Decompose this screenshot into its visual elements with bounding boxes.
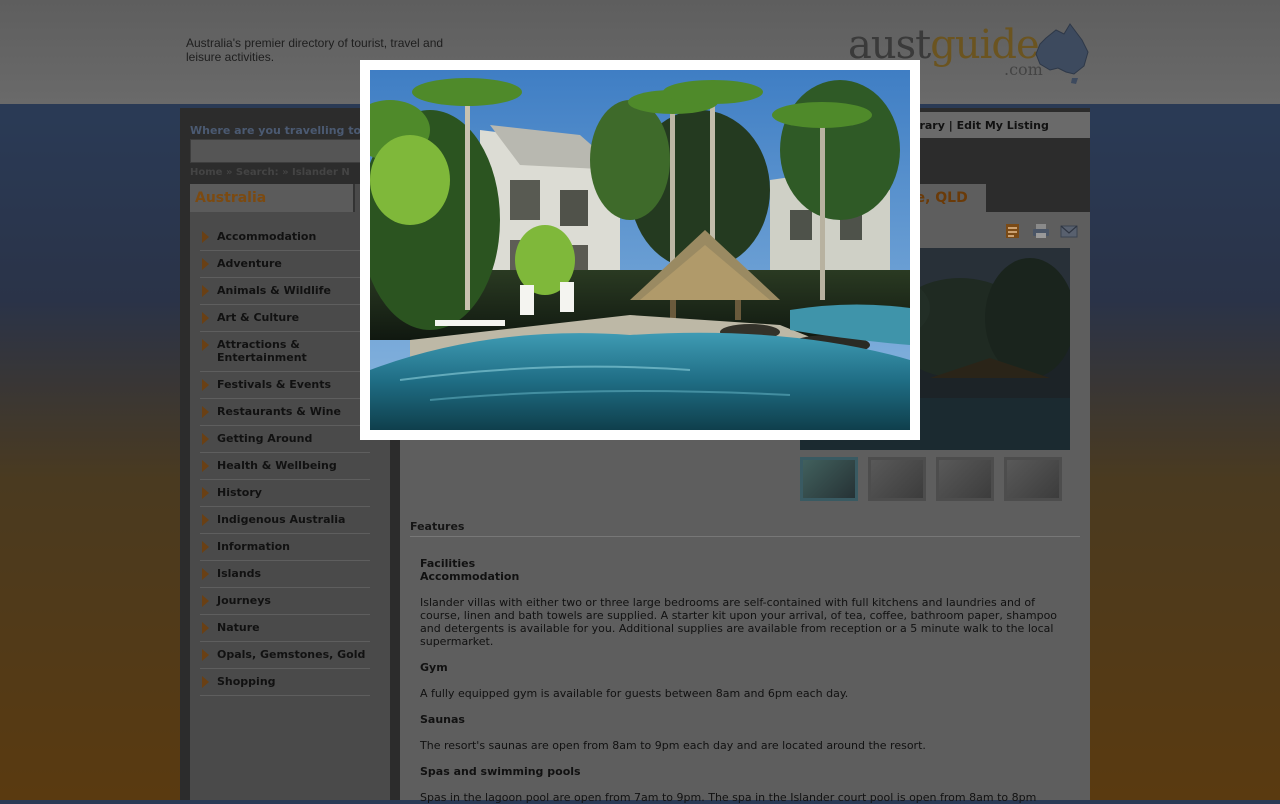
thumbnail[interactable] (936, 457, 994, 501)
gym-heading: Gym (420, 661, 448, 674)
search-label: Where are you travelling to (190, 124, 362, 137)
chevron-right-icon (202, 622, 209, 634)
sidebar-title: Australia (190, 184, 355, 212)
print-icon[interactable] (1032, 223, 1050, 239)
sidebar-item-label: Health & Wellbeing (217, 459, 337, 472)
sidebar-item-label: Restaurants & Wine (217, 405, 341, 418)
gym-text: A fully equipped gym is available for gu… (420, 687, 849, 700)
sidebar-item-label: Indigenous Australia (217, 513, 346, 526)
australia-map-icon (1035, 23, 1089, 84)
sidebar-item-label: Journeys (217, 594, 271, 607)
sidebar-item[interactable]: Accommodation (200, 224, 370, 251)
sidebar-item[interactable]: Journeys (200, 588, 370, 615)
chevron-right-icon (202, 231, 209, 243)
breadcrumb: Home » Search: » Islander N (190, 167, 350, 178)
sidebar-item[interactable]: Nature (200, 615, 370, 642)
accommodation-text: Islander villas with either two or three… (420, 596, 1058, 648)
sidebar-item[interactable]: Festivals & Events (200, 372, 370, 399)
category-list: Accommodation Adventure Animals & Wildlife… (200, 224, 370, 696)
sidebar-item-label: Information (217, 540, 290, 553)
sidebar-item[interactable]: Information (200, 534, 370, 561)
pools-heading: Spas and swimming pools (420, 765, 581, 778)
chevron-right-icon (202, 339, 209, 351)
chevron-right-icon (202, 541, 209, 553)
sidebar-item[interactable]: Health & Wellbeing (200, 453, 370, 480)
sidebar-item-label: Opals, Gemstones, Gold (217, 648, 366, 661)
sidebar-item-label: Getting Around (217, 432, 313, 445)
sidebar-item-label: Festivals & Events (217, 378, 332, 391)
sidebar-item-label: Accommodation (217, 230, 317, 243)
chevron-right-icon (202, 312, 209, 324)
sidebar-item-label: Shopping (217, 675, 276, 688)
sidebar-item[interactable]: Restaurants & Wine (200, 399, 370, 426)
sidebar-item-label: Nature (217, 621, 260, 634)
sidebar-item-label: Animals & Wildlife (217, 284, 331, 297)
breadcrumb-separator: » (282, 167, 289, 178)
breadcrumb-search[interactable]: Search: (236, 167, 279, 178)
sidebar-item[interactable]: Islands (200, 561, 370, 588)
resort-pool-photo (370, 70, 910, 430)
saunas-text: The resort's saunas are open from 8am to… (420, 739, 926, 752)
chevron-right-icon (202, 649, 209, 661)
lightbox[interactable] (360, 60, 920, 440)
accommodation-heading: Accommodation (420, 570, 520, 583)
top-links[interactable]: erary | Edit My Listing (908, 112, 1090, 138)
thumbnail[interactable] (868, 457, 926, 501)
sidebar-item[interactable]: Shopping (200, 669, 370, 696)
features-heading: Features (410, 520, 465, 533)
sidebar-item-label: Art & Culture (217, 311, 300, 324)
thumbnail-image (939, 460, 991, 498)
chevron-right-icon (202, 514, 209, 526)
breadcrumb-home[interactable]: Home (190, 167, 222, 178)
sidebar-item[interactable]: Attractions & Entertainment (200, 332, 370, 372)
pools-text: Spas in the lagoon pool are open from 7a… (420, 791, 1037, 804)
sidebar-item[interactable]: Adventure (200, 251, 370, 278)
itinerary-icon[interactable] (1004, 223, 1022, 239)
chevron-right-icon (202, 406, 209, 418)
thumbnail-image (803, 460, 855, 498)
facilities-heading: Facilities (420, 557, 476, 570)
listing-tools (1004, 223, 1078, 239)
sidebar-item[interactable]: Animals & Wildlife (200, 278, 370, 305)
chevron-right-icon (202, 258, 209, 270)
chevron-right-icon (202, 285, 209, 297)
saunas-heading: Saunas (420, 713, 465, 726)
sidebar-item[interactable]: Getting Around (200, 426, 370, 453)
divider (410, 536, 1080, 537)
sidebar-item-label: History (217, 486, 262, 499)
sidebar-item-label: Islands (217, 567, 262, 580)
search-input[interactable] (190, 139, 362, 163)
sidebar-item[interactable]: Indigenous Australia (200, 507, 370, 534)
sidebar-item[interactable]: Opals, Gemstones, Gold (200, 642, 370, 669)
chevron-right-icon (202, 487, 209, 499)
chevron-right-icon (202, 595, 209, 607)
chevron-right-icon (202, 460, 209, 472)
breadcrumb-separator: » (225, 167, 233, 178)
sidebar-item-label: Attractions & Entertainment (217, 338, 307, 364)
thumbnail-image (871, 460, 923, 498)
chevron-right-icon (202, 379, 209, 391)
thumbnail[interactable] (1004, 457, 1062, 501)
thumbnail[interactable] (800, 457, 858, 501)
chevron-right-icon (202, 433, 209, 445)
sidebar-item[interactable]: Art & Culture (200, 305, 370, 332)
breadcrumb-current: Islander N (292, 167, 350, 178)
thumbnail-image (1007, 460, 1059, 498)
chevron-right-icon (202, 676, 209, 688)
sidebar-item[interactable]: History (200, 480, 370, 507)
email-icon[interactable] (1060, 223, 1078, 239)
thumbnail-strip (800, 457, 1062, 501)
chevron-right-icon (202, 568, 209, 580)
features-body: Facilities Accommodation Islander villas… (420, 557, 1070, 804)
sidebar-item-label: Adventure (217, 257, 282, 270)
